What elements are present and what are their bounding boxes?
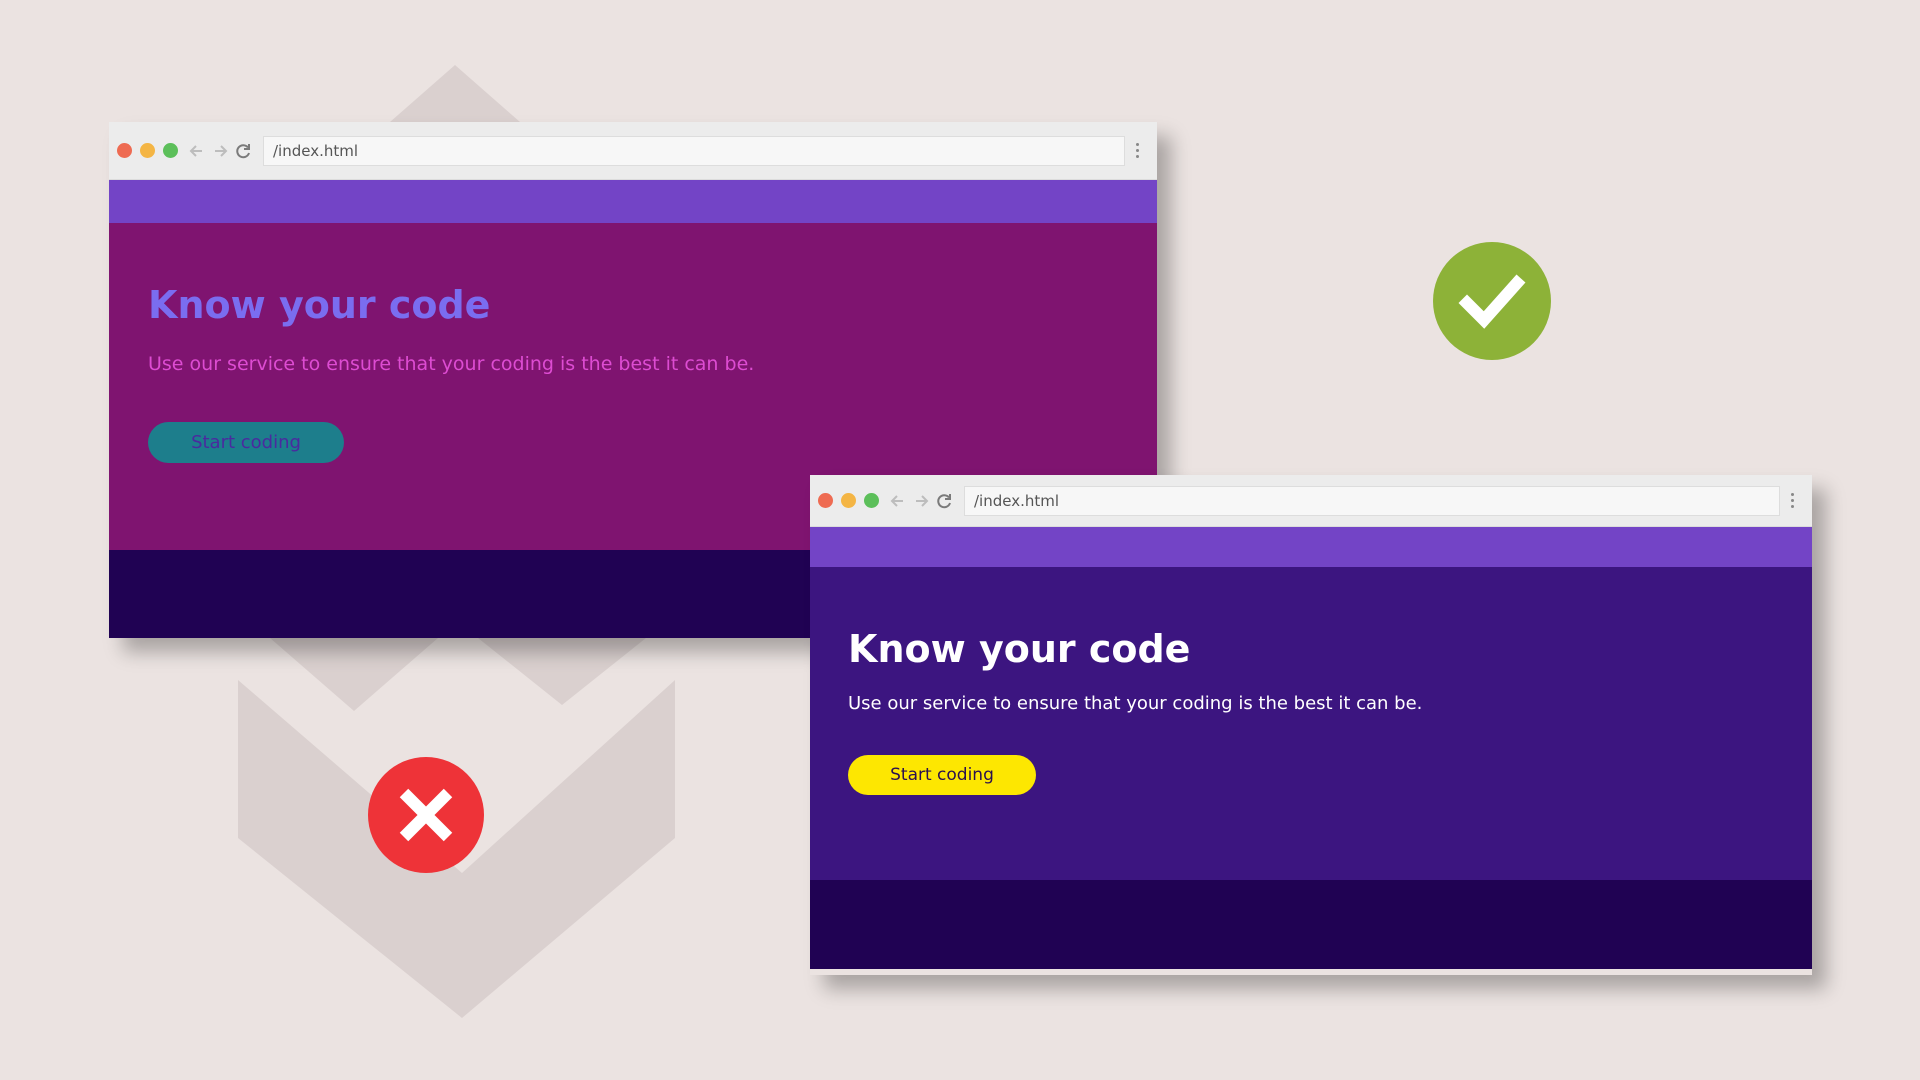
maximize-dot-icon[interactable] bbox=[864, 493, 879, 508]
cross-badge bbox=[368, 757, 484, 873]
site-nav-bar bbox=[810, 527, 1812, 567]
site-footer bbox=[810, 880, 1812, 969]
reload-icon[interactable] bbox=[933, 490, 955, 512]
back-arrow-icon[interactable] bbox=[887, 490, 909, 512]
close-dot-icon[interactable] bbox=[117, 143, 132, 158]
maximize-dot-icon[interactable] bbox=[163, 143, 178, 158]
menu-dots-icon[interactable] bbox=[1125, 143, 1149, 158]
top-chevron-shape bbox=[390, 65, 520, 122]
menu-dots-icon[interactable] bbox=[1780, 493, 1804, 508]
hero-subtitle: Use our service to ensure that your codi… bbox=[848, 693, 1423, 714]
forward-arrow-icon[interactable] bbox=[910, 490, 932, 512]
minimize-dot-icon[interactable] bbox=[140, 143, 155, 158]
hero-title: Know your code bbox=[148, 283, 491, 327]
browser-toolbar: /index.html bbox=[810, 475, 1812, 527]
right-small-chevron-shape bbox=[478, 638, 646, 705]
browser-toolbar: /index.html bbox=[109, 122, 1157, 180]
check-icon bbox=[1458, 274, 1526, 329]
start-coding-button[interactable]: Start coding bbox=[148, 422, 344, 463]
start-coding-button[interactable]: Start coding bbox=[848, 755, 1036, 795]
url-text: /index.html bbox=[273, 141, 359, 160]
site-nav-bar bbox=[109, 180, 1157, 223]
address-bar[interactable]: /index.html bbox=[964, 485, 1780, 516]
reload-icon[interactable] bbox=[232, 140, 254, 162]
close-dot-icon[interactable] bbox=[818, 493, 833, 508]
url-text: /index.html bbox=[974, 491, 1060, 510]
hero-title: Know your code bbox=[848, 627, 1191, 671]
good-example-browser-window: /index.html Know your code Use our servi… bbox=[810, 475, 1812, 975]
address-bar[interactable]: /index.html bbox=[263, 135, 1125, 166]
back-arrow-icon[interactable] bbox=[186, 140, 208, 162]
minimize-dot-icon[interactable] bbox=[841, 493, 856, 508]
hero-section: Know your code Use our service to ensure… bbox=[810, 567, 1812, 880]
cross-icon bbox=[399, 788, 453, 842]
left-small-chevron-shape bbox=[270, 638, 438, 711]
hero-subtitle: Use our service to ensure that your codi… bbox=[148, 353, 755, 375]
forward-arrow-icon[interactable] bbox=[209, 140, 231, 162]
check-badge bbox=[1433, 242, 1551, 360]
